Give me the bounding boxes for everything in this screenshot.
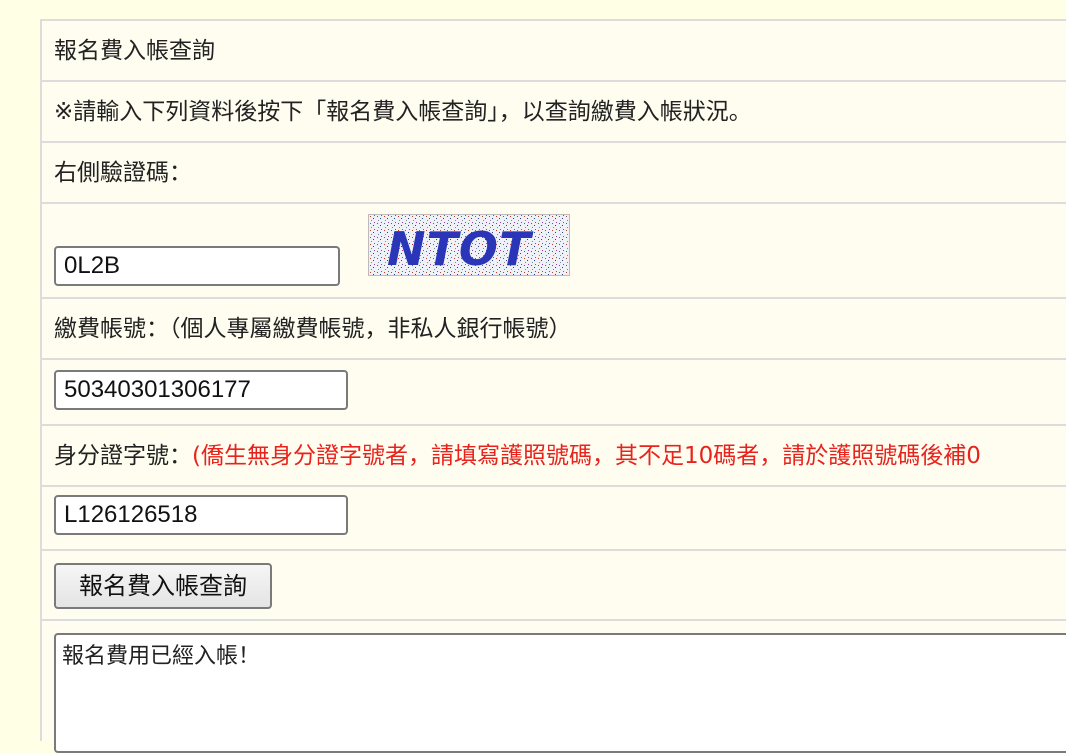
id-label-line: 身分證字號：(僑生無身分證字號者，請填寫護照號碼，其不足10碼者，請於護照號碼後…	[54, 441, 981, 471]
submit-button[interactable]: 報名費入帳查詢	[54, 563, 272, 609]
account-label: 繳費帳號：	[54, 316, 169, 342]
page-title: 報名費入帳查詢	[54, 38, 215, 64]
captcha-label-row: 右側驗證碼：	[42, 143, 1066, 204]
account-input[interactable]: 50340301306177	[54, 370, 348, 410]
id-input-row: L126126518	[42, 487, 1066, 551]
captcha-image: NTOT	[368, 214, 570, 276]
title-row: 報名費入帳查詢	[42, 21, 1066, 82]
query-panel: 報名費入帳查詢 ※請輸入下列資料後按下「報名費入帳查詢」，以查詢繳費入帳狀況。 …	[40, 19, 1066, 753]
result-textarea[interactable]: 報名費用已經入帳！	[54, 633, 1066, 753]
captcha-input[interactable]: 0L2B	[54, 246, 340, 286]
id-input[interactable]: L126126518	[54, 495, 348, 535]
instruction-row: ※請輸入下列資料後按下「報名費入帳查詢」，以查詢繳費入帳狀況。	[42, 82, 1066, 143]
account-label-line: 繳費帳號：（個人專屬繳費帳號，非私人銀行帳號）	[54, 314, 572, 344]
submit-row: 報名費入帳查詢	[42, 551, 1066, 621]
captcha-input-row: 0L2B NTOT	[42, 204, 1066, 299]
account-input-row: 50340301306177	[42, 360, 1066, 426]
account-label-row: 繳費帳號：（個人專屬繳費帳號，非私人銀行帳號）	[42, 299, 1066, 360]
id-note: (僑生無身分證字號者，請填寫護照號碼，其不足10碼者，請於護照號碼後補0	[192, 443, 981, 469]
account-note: （個人專屬繳費帳號，非私人銀行帳號）	[169, 316, 572, 342]
instruction-text: ※請輸入下列資料後按下「報名費入帳查詢」，以查詢繳費入帳狀況。	[54, 99, 752, 125]
id-label: 身分證字號：	[54, 443, 192, 469]
captcha-label: 右側驗證碼：	[54, 160, 192, 186]
id-label-row: 身分證字號：(僑生無身分證字號者，請填寫護照號碼，其不足10碼者，請於護照號碼後…	[42, 426, 1066, 487]
captcha-text: NTOT	[387, 222, 534, 275]
